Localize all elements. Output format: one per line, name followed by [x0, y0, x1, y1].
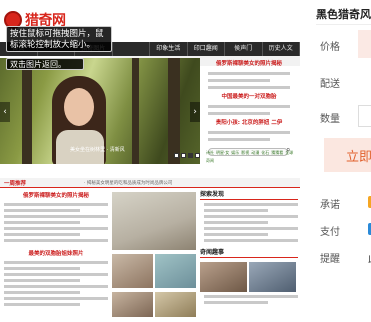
- text-line: [4, 227, 108, 230]
- return-hint-tooltip: 双击图片返回。: [6, 58, 84, 70]
- prev-arrow-icon[interactable]: ‹: [0, 102, 10, 122]
- text-line: [204, 209, 268, 212]
- text-line: [204, 227, 298, 230]
- banner-image[interactable]: 美女坐在树林里 · 清新风: [0, 58, 200, 164]
- nav-item-history[interactable]: 历史人文: [263, 42, 300, 56]
- photo-thumbnail[interactable]: [112, 292, 153, 317]
- photo-grid: [112, 192, 196, 317]
- nav-item-4[interactable]: [113, 42, 150, 56]
- divider: [316, 24, 371, 25]
- text-line: [208, 86, 290, 89]
- article-heading[interactable]: 俄罗斯裸聊美女的照片揭秘: [4, 192, 108, 200]
- text-line: [204, 215, 298, 218]
- next-arrow-icon[interactable]: ›: [190, 102, 200, 122]
- text-line: [208, 112, 270, 115]
- text-line: [204, 239, 298, 242]
- price-box: [358, 30, 371, 58]
- text-line: [4, 273, 108, 276]
- tree-trunk: [22, 58, 32, 164]
- text-line: [4, 291, 80, 294]
- tag-link[interactable]: 化石: [261, 150, 269, 156]
- section-title: 一周推荐: [4, 181, 27, 187]
- tag-cloud: 诗社 明星·女 娱乐 影视 动漫 化石 猜猜看 全球 奇闻: [206, 150, 296, 164]
- text-line: [4, 279, 80, 282]
- zoomed-screenshot[interactable]: 猎奇网 首页 猎奇图片 印象生活 印口趣闻 侯声门 历史人文 美女坐在树林里 ·…: [0, 0, 300, 322]
- photo-thumbnail[interactable]: [155, 292, 196, 317]
- quantity-input[interactable]: [358, 105, 371, 127]
- nav-item-life[interactable]: 印象生活: [150, 42, 188, 56]
- text-line: [208, 79, 270, 82]
- text-line: [4, 285, 108, 288]
- tag-link[interactable]: 全球: [285, 150, 293, 156]
- side-thumbs: [200, 262, 298, 292]
- text-line: [4, 233, 80, 236]
- delivery-label: 配送: [320, 79, 340, 90]
- tree-trunk: [132, 58, 139, 164]
- tag-link[interactable]: 奇闻: [206, 158, 214, 164]
- product-title: 黑色猎奇风: [316, 8, 371, 21]
- tag-link[interactable]: 猜猜看: [271, 150, 283, 156]
- photo-subject-face: [64, 88, 94, 126]
- tips-label: 提醒: [320, 254, 340, 265]
- quantity-label: 数量: [320, 114, 340, 125]
- product-panel: 黑色猎奇风 价格 配送 数量 立即 承诺 支付 提醒 此: [300, 0, 371, 322]
- text-line: [208, 131, 290, 134]
- slider-dots: [174, 153, 200, 158]
- side-column: 探索发现 奇闻趣事: [200, 190, 298, 322]
- article-list-column: 俄罗斯裸聊美女的照片揭秘 最美的双胞胎姐妹照片: [4, 192, 108, 322]
- tag-link[interactable]: 明星·女: [216, 150, 229, 156]
- side-heading: 探索发现: [200, 190, 298, 200]
- photo-thumbnail[interactable]: [112, 192, 196, 250]
- section-bar: 一周推荐 · 揭秘美女明星的吃和品质成为时尚品牌公司: [0, 178, 300, 188]
- screen: 猎奇网 首页 猎奇图片 印象生活 印口趣闻 侯声门 历史人文 美女坐在树林里 ·…: [0, 0, 371, 322]
- text-line: [208, 72, 290, 75]
- text-line: [4, 215, 108, 218]
- text-line: [204, 295, 298, 298]
- text-line: [4, 221, 80, 224]
- slider-dot[interactable]: [174, 153, 179, 158]
- text-line: [4, 303, 80, 306]
- buy-now-button[interactable]: 立即: [324, 138, 371, 172]
- text-line: [204, 221, 268, 224]
- slider-dot[interactable]: [195, 153, 200, 158]
- text-line: [4, 209, 80, 212]
- article-heading[interactable]: 最美的双胞胎姐妹照片: [4, 250, 108, 258]
- news-headline[interactable]: 贵阳小孩: 北京的胖妞 二伊: [202, 119, 296, 127]
- slider-dot[interactable]: [181, 153, 186, 158]
- tag-link[interactable]: 动漫: [251, 150, 259, 156]
- text-line: [4, 239, 108, 242]
- text-line: [4, 297, 108, 300]
- section-note[interactable]: · 揭秘美女明星的吃和品质成为时尚品牌公司: [84, 180, 172, 186]
- news-headline[interactable]: 俄罗斯裸聊美女的照片揭秘: [202, 60, 296, 68]
- banner-caption: 美女坐在树林里 · 清新风: [70, 147, 125, 153]
- side-heading: 奇闻趣事: [200, 248, 298, 258]
- photo-thumbnail[interactable]: [200, 262, 247, 292]
- tag-link[interactable]: 娱乐: [231, 150, 239, 156]
- news-box: 俄罗斯裸聊美女的照片揭秘 中国最美的一对双胞胎 贵阳小孩: 北京的胖妞 二伊: [202, 60, 296, 164]
- nav-item-hot[interactable]: 侯声门: [225, 42, 263, 56]
- photo-thumbnail[interactable]: [249, 262, 296, 292]
- viewer-hint-tooltip: 按住鼠标可拖拽图片，鼠标滚轮控制放大缩小。: [6, 26, 112, 52]
- text-line: [208, 105, 290, 108]
- tag-link[interactable]: 影视: [241, 150, 249, 156]
- text-line: [4, 203, 108, 206]
- text-line: [4, 267, 80, 270]
- nav-item-news[interactable]: 印口趣闻: [188, 42, 225, 56]
- promise-label: 承诺: [320, 200, 340, 211]
- payment-label: 支付: [320, 227, 340, 238]
- tree-trunk: [168, 58, 180, 164]
- price-label: 价格: [320, 42, 340, 53]
- text-line: [208, 138, 270, 141]
- slider-dot-active[interactable]: [188, 153, 193, 158]
- news-headline[interactable]: 中国最美的一对双胞胎: [202, 93, 296, 101]
- photo-thumbnail[interactable]: [155, 254, 196, 288]
- tag-link[interactable]: 诗社: [206, 150, 214, 156]
- buy-now-label: 立即: [346, 150, 371, 165]
- text-line: [4, 261, 108, 264]
- text-line: [204, 301, 268, 304]
- photo-thumbnail[interactable]: [112, 254, 153, 288]
- text-line: [204, 203, 298, 206]
- text-line: [204, 233, 268, 236]
